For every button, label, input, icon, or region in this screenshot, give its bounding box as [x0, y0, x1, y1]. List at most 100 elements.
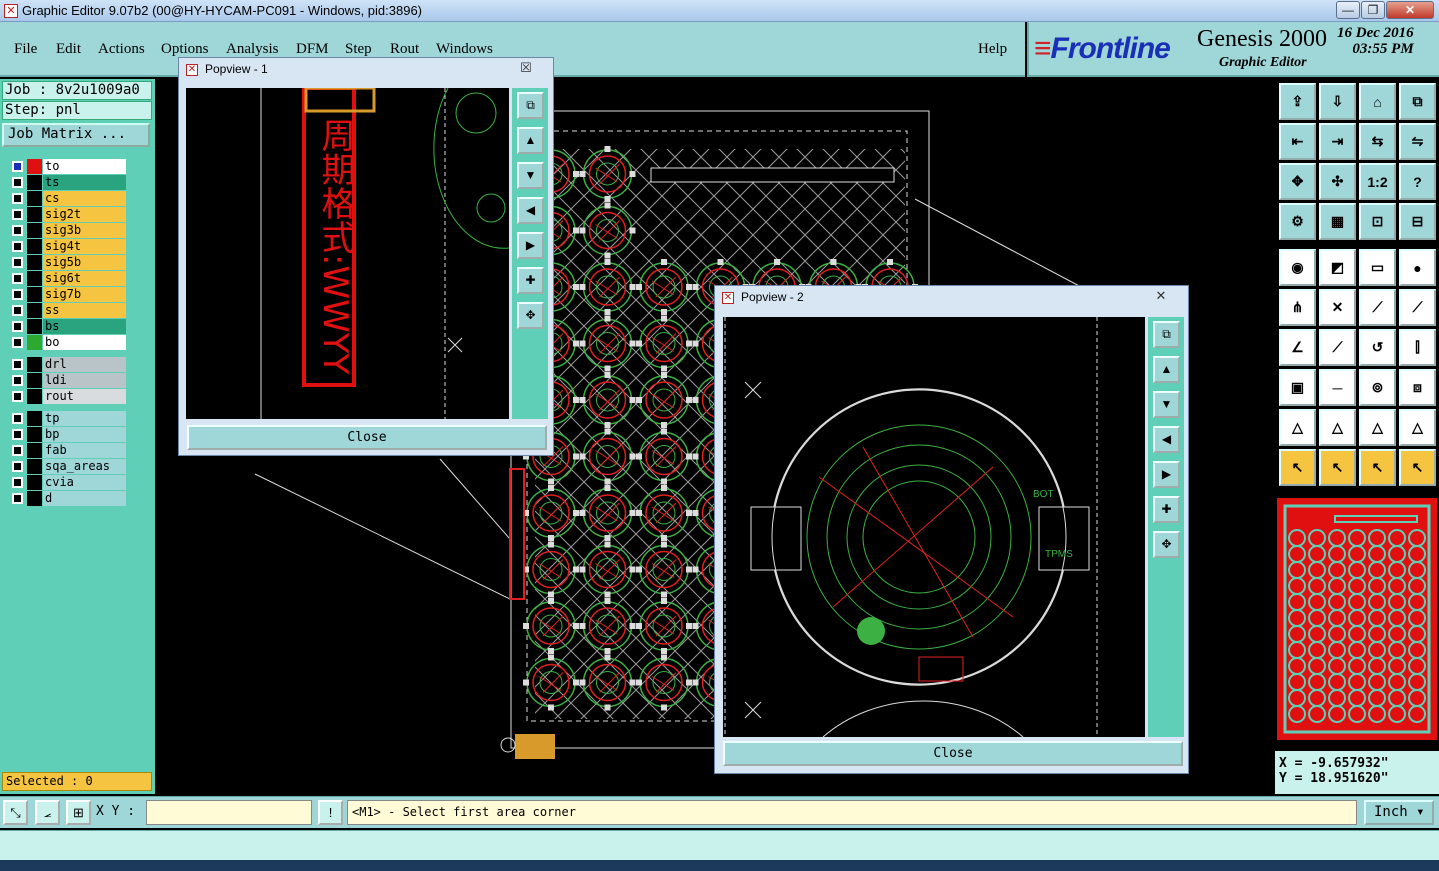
pv1-pan-left-button[interactable]: ◀ — [517, 197, 544, 224]
hline-icon[interactable]: ─ — [1319, 369, 1356, 406]
layer-name[interactable]: sig5b — [43, 255, 126, 270]
layer-checkbox[interactable] — [12, 305, 23, 316]
layer-color-swatch[interactable] — [27, 357, 42, 372]
layer-row[interactable]: bp — [8, 427, 126, 442]
toggle-icon[interactable]: ⇋ — [1399, 123, 1436, 160]
select-net-icon[interactable]: ↖ — [1399, 449, 1436, 486]
zoom-icon[interactable]: ✣ — [1319, 163, 1356, 200]
layer-name[interactable]: sqa_areas — [43, 459, 126, 474]
layer-name[interactable]: rout — [43, 389, 126, 404]
pv1-zoom-window-button[interactable]: ⧉ — [517, 92, 544, 119]
layer-name[interactable]: cvia — [43, 475, 126, 490]
layer-name[interactable]: tp — [43, 411, 126, 426]
close-window-button[interactable]: ✕ — [1386, 1, 1434, 19]
layer-name[interactable]: ss — [43, 303, 126, 318]
layer-color-swatch[interactable] — [27, 175, 42, 190]
popview-2-canvas[interactable]: TPMS BOT — [723, 317, 1145, 737]
layer-color-swatch[interactable] — [27, 319, 42, 334]
layer-row[interactable]: ts — [8, 175, 126, 190]
layer-checkbox[interactable] — [12, 321, 23, 332]
layer-color-swatch[interactable] — [27, 443, 42, 458]
layer-checkbox[interactable] — [12, 225, 23, 236]
menu-windows[interactable]: Windows — [436, 41, 493, 58]
grid-icon[interactable]: ⊞ — [66, 800, 91, 825]
triangle4-icon[interactable]: △ — [1399, 409, 1436, 446]
layer-row[interactable]: sig2t — [8, 207, 126, 222]
pv1-pan-up-button[interactable]: ▲ — [517, 127, 544, 154]
maximize-button[interactable]: ❐ — [1361, 1, 1385, 19]
window-icon[interactable]: ⧉ — [1399, 83, 1436, 120]
layer-color-swatch[interactable] — [27, 411, 42, 426]
layer-name[interactable]: sig4t — [43, 239, 126, 254]
layer-name[interactable]: sig2t — [43, 207, 126, 222]
save-icon[interactable]: ⇩ — [1319, 83, 1356, 120]
layer-row[interactable]: ss — [8, 303, 126, 318]
fit-icon[interactable]: ✥ — [1279, 163, 1316, 200]
pv1-pan-right-button[interactable]: ▶ — [517, 232, 544, 259]
select-poly-icon[interactable]: ↖ — [1359, 449, 1396, 486]
open-step-icon[interactable]: ⇪ — [1279, 83, 1316, 120]
layer-name[interactable]: to — [43, 159, 126, 174]
layer-checkbox[interactable] — [12, 429, 23, 440]
layer-color-swatch[interactable] — [27, 427, 42, 442]
menu-dfm[interactable]: DFM — [296, 41, 329, 58]
layer-color-swatch[interactable] — [27, 255, 42, 270]
layer-color-swatch[interactable] — [27, 475, 42, 490]
layer-row[interactable]: sqa_areas — [8, 459, 126, 474]
box-icon[interactable]: ▣ — [1279, 369, 1316, 406]
pv2-pan-down-button[interactable]: ▼ — [1153, 391, 1180, 418]
measure-icon[interactable]: ⦟ — [35, 800, 60, 825]
select-icon[interactable]: ↖ — [1279, 449, 1316, 486]
layer-checkbox[interactable] — [12, 391, 23, 402]
triangle-icon[interactable]: △ — [1279, 409, 1316, 446]
layer-name[interactable]: fab — [43, 443, 126, 458]
text-icon[interactable]: ⫿ — [1399, 329, 1436, 366]
layer-name[interactable]: bp — [43, 427, 126, 442]
layer-checkbox[interactable] — [12, 477, 23, 488]
prev-icon[interactable]: ⇤ — [1279, 123, 1316, 160]
pv1-zoom-out-button[interactable]: ✥ — [517, 302, 544, 329]
menu-rout[interactable]: Rout — [390, 41, 419, 58]
layer-checkbox[interactable] — [12, 161, 23, 172]
popview-2-close-button[interactable]: Close — [723, 741, 1183, 766]
layer-name[interactable]: cs — [43, 191, 126, 206]
triangle3-icon[interactable]: △ — [1359, 409, 1396, 446]
menu-actions[interactable]: Actions — [98, 41, 145, 58]
query-icon[interactable]: ? — [1399, 163, 1436, 200]
layer-color-swatch[interactable] — [27, 303, 42, 318]
layer-checkbox[interactable] — [12, 461, 23, 472]
menu-step[interactable]: Step — [345, 41, 372, 58]
group-icon[interactable]: ⧈ — [1399, 369, 1436, 406]
unit-selector[interactable]: Inch ▾ — [1364, 800, 1434, 825]
layer-checkbox[interactable] — [12, 209, 23, 220]
layer-color-swatch[interactable] — [27, 335, 42, 350]
grid-icon[interactable]: ▦ — [1319, 203, 1356, 240]
home-icon[interactable]: ⌂ — [1359, 83, 1396, 120]
arc-icon[interactable]: ↺ — [1359, 329, 1396, 366]
layer-color-swatch[interactable] — [27, 223, 42, 238]
line-icon[interactable]: ▭ — [1359, 249, 1396, 286]
layer-row[interactable]: sig6t — [8, 271, 126, 286]
job-matrix-button[interactable]: Job Matrix ... — [2, 123, 150, 147]
layer-checkbox[interactable] — [12, 375, 23, 386]
layer-checkbox[interactable] — [12, 337, 23, 348]
layer-name[interactable]: bo — [43, 335, 126, 350]
layer-row[interactable]: bs — [8, 319, 126, 334]
popview-1-canvas[interactable]: 周期格式:WWYY — [186, 88, 509, 419]
pv2-pan-up-button[interactable]: ▲ — [1153, 356, 1180, 383]
layer-checkbox[interactable] — [12, 193, 23, 204]
minimize-button[interactable]: — — [1336, 1, 1360, 19]
triangle2-icon[interactable]: △ — [1319, 409, 1356, 446]
layer-row[interactable]: bo — [8, 335, 126, 350]
layer-checkbox[interactable] — [12, 413, 23, 424]
menu-help[interactable]: Help — [978, 41, 1007, 58]
pad-icon[interactable]: ◉ — [1279, 249, 1316, 286]
layer-color-swatch[interactable] — [27, 271, 42, 286]
pv1-pan-down-button[interactable]: ▼ — [517, 162, 544, 189]
popview-2-close-x[interactable]: ✕ — [1140, 288, 1182, 305]
net-icon[interactable]: ⋔ — [1279, 289, 1316, 326]
layer-checkbox[interactable] — [12, 445, 23, 456]
layer-color-swatch[interactable] — [27, 373, 42, 388]
layer-checkbox[interactable] — [12, 257, 23, 268]
snap-icon[interactable]: ⤡ — [3, 800, 28, 825]
